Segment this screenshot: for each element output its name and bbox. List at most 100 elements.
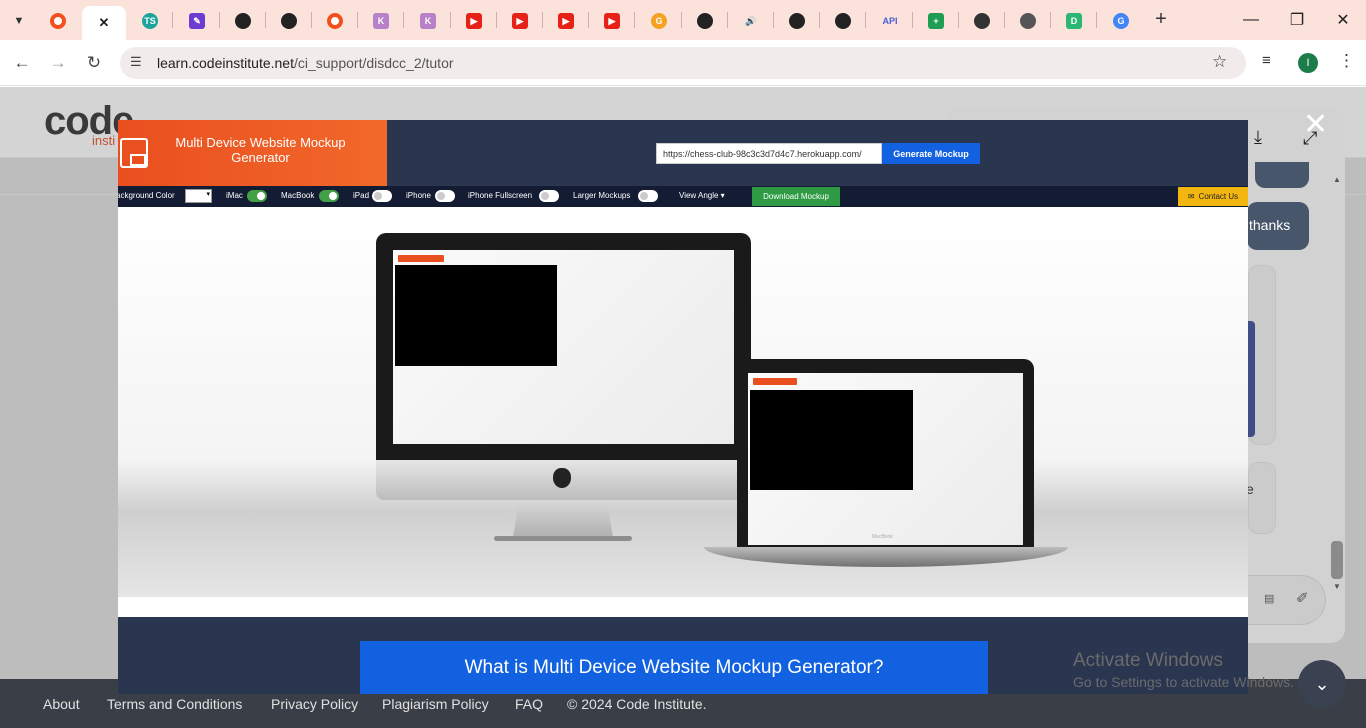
browser-tab[interactable]: [821, 8, 865, 34]
footer-link[interactable]: Privacy Policy: [271, 696, 358, 712]
site-settings-icon[interactable]: ☰: [130, 54, 142, 70]
imac-terminal: [395, 265, 557, 366]
footer-link[interactable]: FAQ: [515, 696, 543, 712]
macbook-toggle[interactable]: [319, 190, 339, 202]
media-control-icon[interactable]: ≡: [1262, 52, 1271, 69]
browser-toolbar: ← → ↻ ☰ learn.codeinstitute.net/ci_suppo…: [0, 40, 1366, 86]
google-icon: G: [1113, 13, 1129, 29]
minimize-icon[interactable]: —: [1228, 8, 1274, 32]
browser-tab[interactable]: 🔊: [729, 8, 773, 34]
browser-tab[interactable]: +: [914, 8, 958, 34]
browser-tab[interactable]: G: [637, 8, 681, 34]
imac-mockup: [376, 233, 751, 501]
close-icon: ✕: [98, 15, 110, 30]
browser-tab[interactable]: [221, 8, 265, 34]
mail-icon: ✉: [1187, 192, 1195, 201]
profile-avatar[interactable]: I: [1298, 53, 1318, 73]
macbook-mockup: [737, 359, 1034, 547]
modal-close-icon[interactable]: ✕: [1303, 110, 1328, 140]
bg-color-label: ackground Color: [118, 191, 175, 200]
download-icon[interactable]: ⤓: [1254, 127, 1262, 148]
browser-tab[interactable]: [313, 8, 357, 34]
view-angle-dropdown[interactable]: View Angle ▾: [679, 191, 725, 200]
mockup-logo-block: Multi Device Website Mockup Generator: [118, 120, 387, 186]
browser-tab[interactable]: K: [359, 8, 403, 34]
copyright-text: © 2024 Code Institute.: [567, 696, 707, 712]
browser-tab[interactable]: [960, 8, 1004, 34]
mockup-preview: MacBook: [118, 207, 1248, 597]
reload-icon[interactable]: ↻: [82, 51, 106, 75]
imac-toggle[interactable]: [247, 190, 267, 202]
circle-ring-icon: [50, 13, 66, 29]
mockup-title: Multi Device Website Mockup Generator: [175, 135, 346, 165]
browser-tab[interactable]: API: [868, 8, 912, 34]
restore-icon[interactable]: ❐: [1274, 8, 1320, 32]
what-is-generator-button[interactable]: What is Multi Device Website Mockup Gene…: [360, 641, 988, 694]
k-icon: K: [420, 13, 436, 29]
gif-icon[interactable]: ▤: [1264, 592, 1274, 605]
footer-link[interactable]: Plagiarism Policy: [382, 696, 489, 712]
iphone-fullscreen-label: iPhone Fullscreen: [468, 191, 533, 200]
chat-input[interactable]: ▤ ✐: [1240, 575, 1326, 625]
browser-tab[interactable]: D: [1052, 8, 1096, 34]
bookmark-star-icon[interactable]: ☆: [1212, 52, 1227, 72]
url-text[interactable]: learn.codeinstitute.net/ci_support/disdc…: [157, 55, 454, 71]
circle-ring-icon: [327, 13, 343, 29]
site-logo-sub: insti: [92, 133, 116, 148]
footer-link[interactable]: About: [43, 696, 80, 712]
github-icon: [235, 13, 251, 29]
browser-tab[interactable]: [267, 8, 311, 34]
browser-tab[interactable]: [1006, 8, 1050, 34]
browser-tab[interactable]: ▶: [544, 8, 588, 34]
mockup-options-bar: ackground Color ▾ iMac MacBook iPad iPho…: [118, 186, 1248, 207]
mockup-generator-modal: Multi Device Website Mockup Generator Ge…: [118, 120, 1248, 694]
generate-mockup-button[interactable]: Generate Mockup: [882, 143, 980, 164]
imac-label: iMac: [226, 191, 243, 200]
browser-tab[interactable]: G: [1099, 8, 1143, 34]
browser-menu-icon[interactable]: ⋮: [1338, 51, 1355, 71]
download-mockup-button[interactable]: Download Mockup: [752, 187, 840, 206]
browser-tab[interactable]: ▶: [452, 8, 496, 34]
github-icon: [697, 13, 713, 29]
chat-scrollbar[interactable]: ▲ ▼: [1330, 174, 1344, 594]
imac-stand: [513, 501, 613, 537]
pen-icon: ✎: [189, 13, 205, 29]
browser-tab[interactable]: TS: [128, 8, 172, 34]
browser-tab[interactable]: K: [406, 8, 450, 34]
scroll-down-button[interactable]: ⌄: [1298, 660, 1346, 708]
browser-tab[interactable]: ▶: [498, 8, 542, 34]
browser-tab[interactable]: [775, 8, 819, 34]
browser-tab[interactable]: [36, 8, 80, 34]
browser-tab[interactable]: ▶: [590, 8, 634, 34]
website-url-input[interactable]: [656, 143, 882, 164]
browser-tab[interactable]: ✎: [175, 8, 219, 34]
new-tab-button[interactable]: +: [1150, 8, 1172, 32]
browser-tab[interactable]: [683, 8, 727, 34]
github-icon: [789, 13, 805, 29]
bg-color-picker[interactable]: ▾: [185, 189, 212, 203]
tab-search-icon[interactable]: ▼: [8, 10, 30, 32]
attach-icon[interactable]: ✐: [1296, 589, 1309, 607]
address-bar[interactable]: ☰ learn.codeinstitute.net/ci_support/dis…: [120, 47, 1246, 79]
footer-link[interactable]: Terms and Conditions: [107, 696, 242, 712]
iphone-label: iPhone: [406, 191, 431, 200]
api-icon: API: [882, 16, 898, 26]
chat-scroll-thumb[interactable]: [1331, 541, 1343, 579]
openai-icon: [974, 13, 990, 29]
sheets-icon: +: [928, 13, 944, 29]
iphone-fullscreen-toggle[interactable]: [539, 190, 559, 202]
youtube-icon: ▶: [512, 13, 528, 29]
browser-tab[interactable]: ✕: [82, 6, 126, 40]
window-close-icon[interactable]: ✕: [1320, 8, 1366, 32]
k-icon: K: [373, 13, 389, 29]
mockup-header: Multi Device Website Mockup Generator Ge…: [118, 120, 1248, 186]
forward-icon[interactable]: →: [46, 51, 70, 75]
youtube-icon: ▶: [604, 13, 620, 29]
back-icon[interactable]: ←: [10, 51, 34, 75]
iphone-toggle[interactable]: [435, 190, 455, 202]
larger-mockups-toggle[interactable]: [638, 190, 658, 202]
ipad-toggle[interactable]: [372, 190, 392, 202]
contact-us-button[interactable]: ✉ Contact Us: [1178, 187, 1248, 206]
d-icon: D: [1066, 13, 1082, 29]
speaker-icon: 🔊: [745, 15, 757, 26]
